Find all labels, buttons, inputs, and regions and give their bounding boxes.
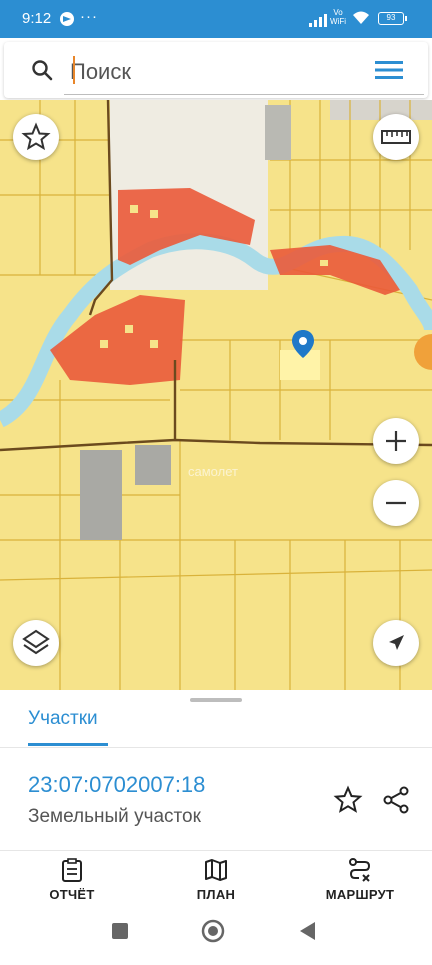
nav-report-label: ОТЧЁТ (49, 887, 95, 902)
more-dots-icon: ··· (80, 8, 98, 25)
nav-report[interactable]: ОТЧЁТ (17, 857, 127, 902)
hamburger-menu-icon[interactable] (374, 58, 404, 82)
vowifi-label: Vo WiFi (330, 8, 346, 26)
system-navigation-bar (0, 914, 432, 960)
report-icon (62, 858, 82, 882)
map-plan-icon (205, 859, 227, 881)
nav-route-label: МАРШРУТ (325, 887, 395, 902)
search-input[interactable] (64, 50, 424, 95)
parcel-bottom-sheet: Участки 23:07:0702007:18 Земельный участ… (0, 690, 432, 850)
nav-plan[interactable]: ПЛАН (161, 857, 271, 902)
share-icon[interactable] (380, 784, 412, 816)
star-icon (21, 122, 51, 151)
battery-level: 93 (386, 13, 396, 22)
parcel-type-label: Земельный участок (28, 806, 201, 827)
back-icon[interactable] (300, 922, 315, 940)
zoom-in-button[interactable] (373, 418, 419, 464)
plus-icon (386, 431, 406, 451)
nav-route[interactable]: МАРШРУТ (305, 857, 415, 902)
layers-icon (22, 629, 50, 655)
tab-parcels[interactable]: Участки (28, 708, 98, 730)
nav-plan-label: ПЛАН (196, 887, 236, 902)
favorite-star-icon[interactable] (332, 784, 364, 816)
status-time: 9:12 (22, 10, 52, 27)
ruler-icon (381, 130, 411, 144)
battery-icon: 93 (378, 12, 407, 25)
bottom-navigation: ОТЧЁТ ПЛАН МАРШРУТ (0, 850, 432, 915)
map-watermark: самолет (188, 464, 238, 479)
sheet-drag-handle[interactable] (190, 698, 242, 702)
my-location-button[interactable] (373, 620, 419, 666)
cadastral-map[interactable]: самолет (0, 100, 432, 690)
divider (0, 747, 432, 748)
telegram-icon (60, 12, 74, 26)
status-bar: 9:12 ··· Vo WiFi 93 (0, 0, 432, 38)
zoom-out-button[interactable] (373, 480, 419, 526)
layers-button[interactable] (13, 620, 59, 666)
ruler-button[interactable] (373, 114, 419, 160)
favorites-button[interactable] (13, 114, 59, 160)
wifi-icon (353, 11, 369, 24)
route-icon (349, 858, 371, 882)
tab-active-indicator (28, 743, 108, 746)
search-bar (4, 42, 428, 98)
signal-icon (309, 14, 327, 27)
navigation-arrow-icon (389, 635, 404, 650)
search-icon[interactable] (30, 58, 54, 82)
parcel-cadastral-number[interactable]: 23:07:0702007:18 (28, 772, 205, 798)
minus-icon (386, 501, 406, 505)
recents-icon[interactable] (112, 923, 128, 939)
text-cursor (73, 56, 75, 84)
